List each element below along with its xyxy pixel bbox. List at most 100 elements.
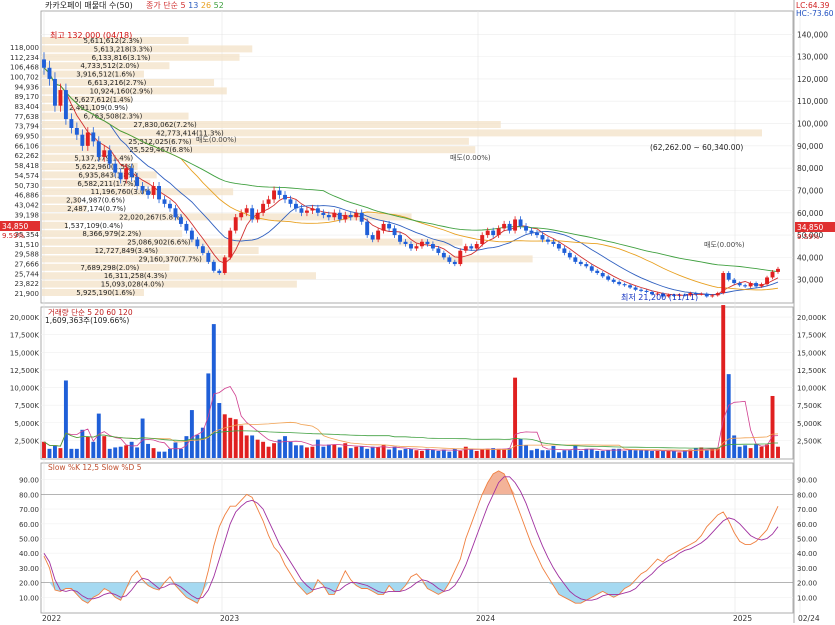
volume-bar bbox=[398, 450, 403, 458]
candle-body bbox=[217, 270, 222, 273]
candle-body bbox=[365, 221, 370, 236]
candle-body bbox=[52, 78, 57, 106]
price-tick-left: 39,198 bbox=[15, 211, 40, 219]
volume-bar bbox=[529, 450, 534, 458]
volume-bar bbox=[765, 444, 770, 458]
current-change-right: 9.59% bbox=[797, 233, 820, 241]
volume-bar bbox=[266, 446, 271, 458]
volume-bar bbox=[458, 450, 463, 458]
volume-bar bbox=[392, 446, 397, 458]
candle-body bbox=[58, 90, 63, 106]
volume-bar bbox=[283, 436, 287, 458]
candle-body bbox=[551, 241, 556, 244]
sell-marker-1: 매도(0.00%) bbox=[196, 136, 237, 144]
volume-bar bbox=[704, 450, 709, 458]
candle-body bbox=[567, 252, 572, 258]
candle-body bbox=[332, 212, 337, 218]
candle-body bbox=[463, 246, 468, 251]
candle-body bbox=[589, 266, 594, 271]
volume-bar bbox=[102, 436, 107, 458]
volume-bar bbox=[332, 444, 337, 458]
candle-body bbox=[474, 244, 479, 249]
candle-body bbox=[47, 67, 52, 79]
volume-bar bbox=[485, 448, 490, 458]
candle-body bbox=[535, 232, 539, 236]
price-tick-left: 94,936 bbox=[15, 83, 40, 91]
volume-bar bbox=[365, 448, 370, 458]
candle-body bbox=[759, 284, 764, 287]
volume-bar bbox=[250, 435, 255, 458]
candle-body bbox=[337, 212, 342, 220]
volume-bar bbox=[639, 450, 644, 458]
price-tick-right: 70,000 bbox=[797, 186, 823, 195]
hc-label: HC:-73.60 bbox=[796, 9, 834, 18]
volume-tick-left: 20,000K bbox=[10, 314, 39, 322]
candle-body bbox=[726, 273, 731, 280]
volume-profile-label: 5,613,218(3.3%) bbox=[94, 45, 153, 53]
volume-bar bbox=[441, 449, 446, 458]
candle-body bbox=[80, 134, 85, 146]
price-tick-left: 66,106 bbox=[15, 142, 40, 150]
volume-tick-left: 15,000K bbox=[10, 349, 39, 357]
volume-bar bbox=[255, 439, 260, 458]
volume-bar bbox=[47, 448, 52, 458]
volume-bar bbox=[578, 450, 583, 458]
candle-body bbox=[606, 276, 611, 280]
volume-bar bbox=[304, 447, 309, 458]
volume-bar bbox=[409, 448, 413, 458]
volume-bar bbox=[52, 446, 57, 458]
price-tick-left: 25,744 bbox=[15, 270, 40, 278]
candle-body bbox=[129, 168, 134, 178]
low-note: 최저 21,200 (11/11) bbox=[621, 292, 698, 302]
stochastic-tick-right: 60.00 bbox=[797, 521, 817, 529]
candle-body bbox=[485, 230, 490, 236]
candle-body bbox=[272, 190, 277, 200]
candle-body bbox=[617, 281, 622, 285]
volume-tick-right: 10,000K bbox=[797, 385, 826, 393]
price-title: 카카오페이 매물대 수(50) bbox=[45, 0, 133, 10]
candle-body bbox=[157, 186, 161, 200]
candle-body bbox=[776, 268, 780, 272]
volume-bar bbox=[595, 450, 600, 458]
candle-body bbox=[370, 235, 375, 240]
candle-body bbox=[168, 203, 172, 209]
candle-body bbox=[409, 244, 413, 249]
candle-body bbox=[69, 119, 74, 128]
candle-body bbox=[42, 59, 46, 68]
volume-bar bbox=[556, 452, 561, 458]
candle-body bbox=[124, 168, 129, 180]
candle-body bbox=[206, 252, 211, 262]
x-axis-label: 02/24 bbox=[798, 614, 820, 623]
stock-chart[interactable]: 5,611,612(2.3%)5,613,218(3.3%)6,133,816(… bbox=[0, 0, 835, 623]
candle-body bbox=[441, 252, 446, 258]
volume-bar bbox=[74, 448, 79, 458]
candle-body bbox=[288, 199, 293, 204]
volume-profile-label: 7,689,298(2.0%) bbox=[80, 264, 139, 272]
volume-tick-right: 17,500K bbox=[797, 332, 826, 340]
price-tick-left: 106,468 bbox=[10, 64, 39, 72]
price-tick-left: 54,574 bbox=[15, 172, 40, 180]
volume-bar bbox=[545, 450, 550, 458]
volume-profile-label: 2,487,174(0.7%) bbox=[67, 205, 126, 213]
candle-body bbox=[381, 223, 386, 231]
candle-body bbox=[146, 190, 151, 195]
volume-bar bbox=[195, 434, 200, 458]
candle-body bbox=[452, 261, 457, 265]
volume-tick-left: 10,000K bbox=[10, 385, 39, 393]
candle-body bbox=[628, 285, 633, 288]
volume-bar bbox=[524, 445, 528, 458]
current-change-left: 9.59% bbox=[2, 232, 25, 240]
volume-bar bbox=[436, 450, 441, 458]
stochastic-tick-right: 50.00 bbox=[797, 536, 817, 544]
candle-body bbox=[436, 248, 441, 253]
x-axis-label: 2025 bbox=[733, 614, 752, 623]
price-tick-right: 100,000 bbox=[797, 120, 828, 129]
candle-body bbox=[195, 239, 200, 247]
candle-body bbox=[754, 283, 759, 287]
volume-bar bbox=[600, 450, 605, 458]
volume-bar bbox=[272, 443, 277, 458]
price-tick-right: 110,000 bbox=[797, 97, 828, 106]
candle-body bbox=[737, 283, 742, 286]
candle-body bbox=[765, 277, 770, 285]
volume-bar bbox=[168, 448, 172, 458]
